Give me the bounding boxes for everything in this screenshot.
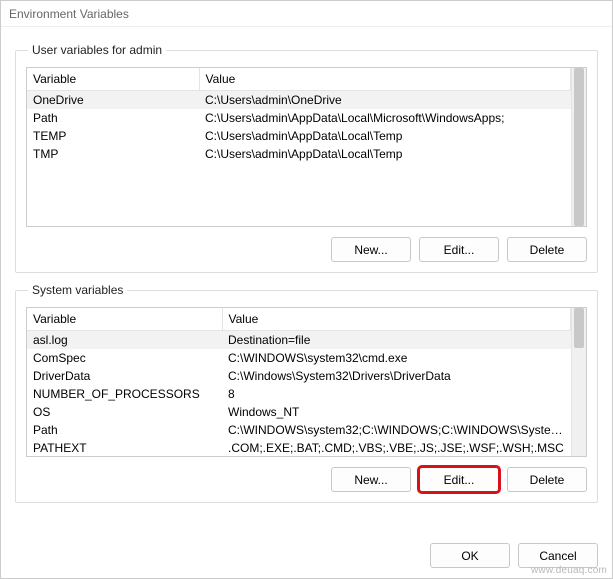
table-row[interactable]: OneDriveC:\Users\admin\OneDrive: [27, 91, 571, 110]
system-variables-group: System variables Variable Value asl.logD…: [15, 283, 598, 503]
cell-variable: TEMP: [27, 127, 199, 145]
table-row[interactable]: PathC:\Users\admin\AppData\Local\Microso…: [27, 109, 571, 127]
system-edit-button[interactable]: Edit...: [419, 467, 499, 492]
cell-value: C:\Users\admin\AppData\Local\Temp: [199, 127, 571, 145]
user-delete-button[interactable]: Delete: [507, 237, 587, 262]
dialog-footer: OK Cancel: [1, 533, 612, 578]
system-delete-button[interactable]: Delete: [507, 467, 587, 492]
titlebar[interactable]: Environment Variables: [1, 1, 612, 27]
cell-variable: DriverData: [27, 367, 222, 385]
system-scrollbar[interactable]: [571, 308, 586, 456]
system-variables-table: Variable Value asl.logDestination=fileCo…: [27, 308, 571, 457]
user-scrollbar[interactable]: [571, 68, 586, 226]
cell-variable: NUMBER_OF_PROCESSORS: [27, 385, 222, 403]
table-row[interactable]: TMPC:\Users\admin\AppData\Local\Temp: [27, 145, 571, 163]
system-variables-list[interactable]: Variable Value asl.logDestination=fileCo…: [26, 307, 587, 457]
user-button-row: New... Edit... Delete: [26, 237, 587, 262]
cell-value: Windows_NT: [222, 403, 571, 421]
cell-variable: Path: [27, 421, 222, 439]
cell-variable: ComSpec: [27, 349, 222, 367]
cell-value: .COM;.EXE;.BAT;.CMD;.VBS;.VBE;.JS;.JSE;.…: [222, 439, 571, 457]
system-variables-legend: System variables: [28, 283, 127, 297]
environment-variables-dialog: Environment Variables User variables for…: [0, 0, 613, 579]
system-col-variable[interactable]: Variable: [27, 308, 222, 331]
user-col-variable[interactable]: Variable: [27, 68, 199, 91]
table-row[interactable]: PATHEXT.COM;.EXE;.BAT;.CMD;.VBS;.VBE;.JS…: [27, 439, 571, 457]
user-edit-button[interactable]: Edit...: [419, 237, 499, 262]
cell-variable: asl.log: [27, 331, 222, 350]
system-button-row: New... Edit... Delete: [26, 467, 587, 492]
table-row[interactable]: PathC:\WINDOWS\system32;C:\WINDOWS;C:\WI…: [27, 421, 571, 439]
table-row[interactable]: TEMPC:\Users\admin\AppData\Local\Temp: [27, 127, 571, 145]
cell-variable: Path: [27, 109, 199, 127]
user-variables-group: User variables for admin Variable Value …: [15, 43, 598, 273]
table-row[interactable]: asl.logDestination=file: [27, 331, 571, 350]
cell-value: Destination=file: [222, 331, 571, 350]
user-new-button[interactable]: New...: [331, 237, 411, 262]
user-variables-legend: User variables for admin: [28, 43, 166, 57]
system-col-value[interactable]: Value: [222, 308, 571, 331]
table-row[interactable]: DriverDataC:\Windows\System32\Drivers\Dr…: [27, 367, 571, 385]
cell-variable: OneDrive: [27, 91, 199, 110]
system-new-button[interactable]: New...: [331, 467, 411, 492]
cell-value: C:\WINDOWS\system32\cmd.exe: [222, 349, 571, 367]
window-title: Environment Variables: [9, 7, 129, 21]
cell-value: C:\Windows\System32\Drivers\DriverData: [222, 367, 571, 385]
cell-value: C:\Users\admin\OneDrive: [199, 91, 571, 110]
cell-value: C:\Users\admin\AppData\Local\Microsoft\W…: [199, 109, 571, 127]
cell-variable: TMP: [27, 145, 199, 163]
ok-button[interactable]: OK: [430, 543, 510, 568]
cell-variable: OS: [27, 403, 222, 421]
watermark-text: www.deuaq.com: [531, 565, 607, 576]
dialog-content: User variables for admin Variable Value …: [1, 27, 612, 533]
table-row[interactable]: NUMBER_OF_PROCESSORS8: [27, 385, 571, 403]
cell-variable: PATHEXT: [27, 439, 222, 457]
table-row[interactable]: OSWindows_NT: [27, 403, 571, 421]
cell-value: C:\Users\admin\AppData\Local\Temp: [199, 145, 571, 163]
table-row[interactable]: ComSpecC:\WINDOWS\system32\cmd.exe: [27, 349, 571, 367]
system-scroll-thumb[interactable]: [574, 308, 584, 348]
user-variables-table: Variable Value OneDriveC:\Users\admin\On…: [27, 68, 571, 163]
user-variables-list[interactable]: Variable Value OneDriveC:\Users\admin\On…: [26, 67, 587, 227]
cell-value: 8: [222, 385, 571, 403]
user-col-value[interactable]: Value: [199, 68, 571, 91]
user-scroll-thumb[interactable]: [574, 68, 584, 226]
cell-value: C:\WINDOWS\system32;C:\WINDOWS;C:\WINDOW…: [222, 421, 571, 439]
